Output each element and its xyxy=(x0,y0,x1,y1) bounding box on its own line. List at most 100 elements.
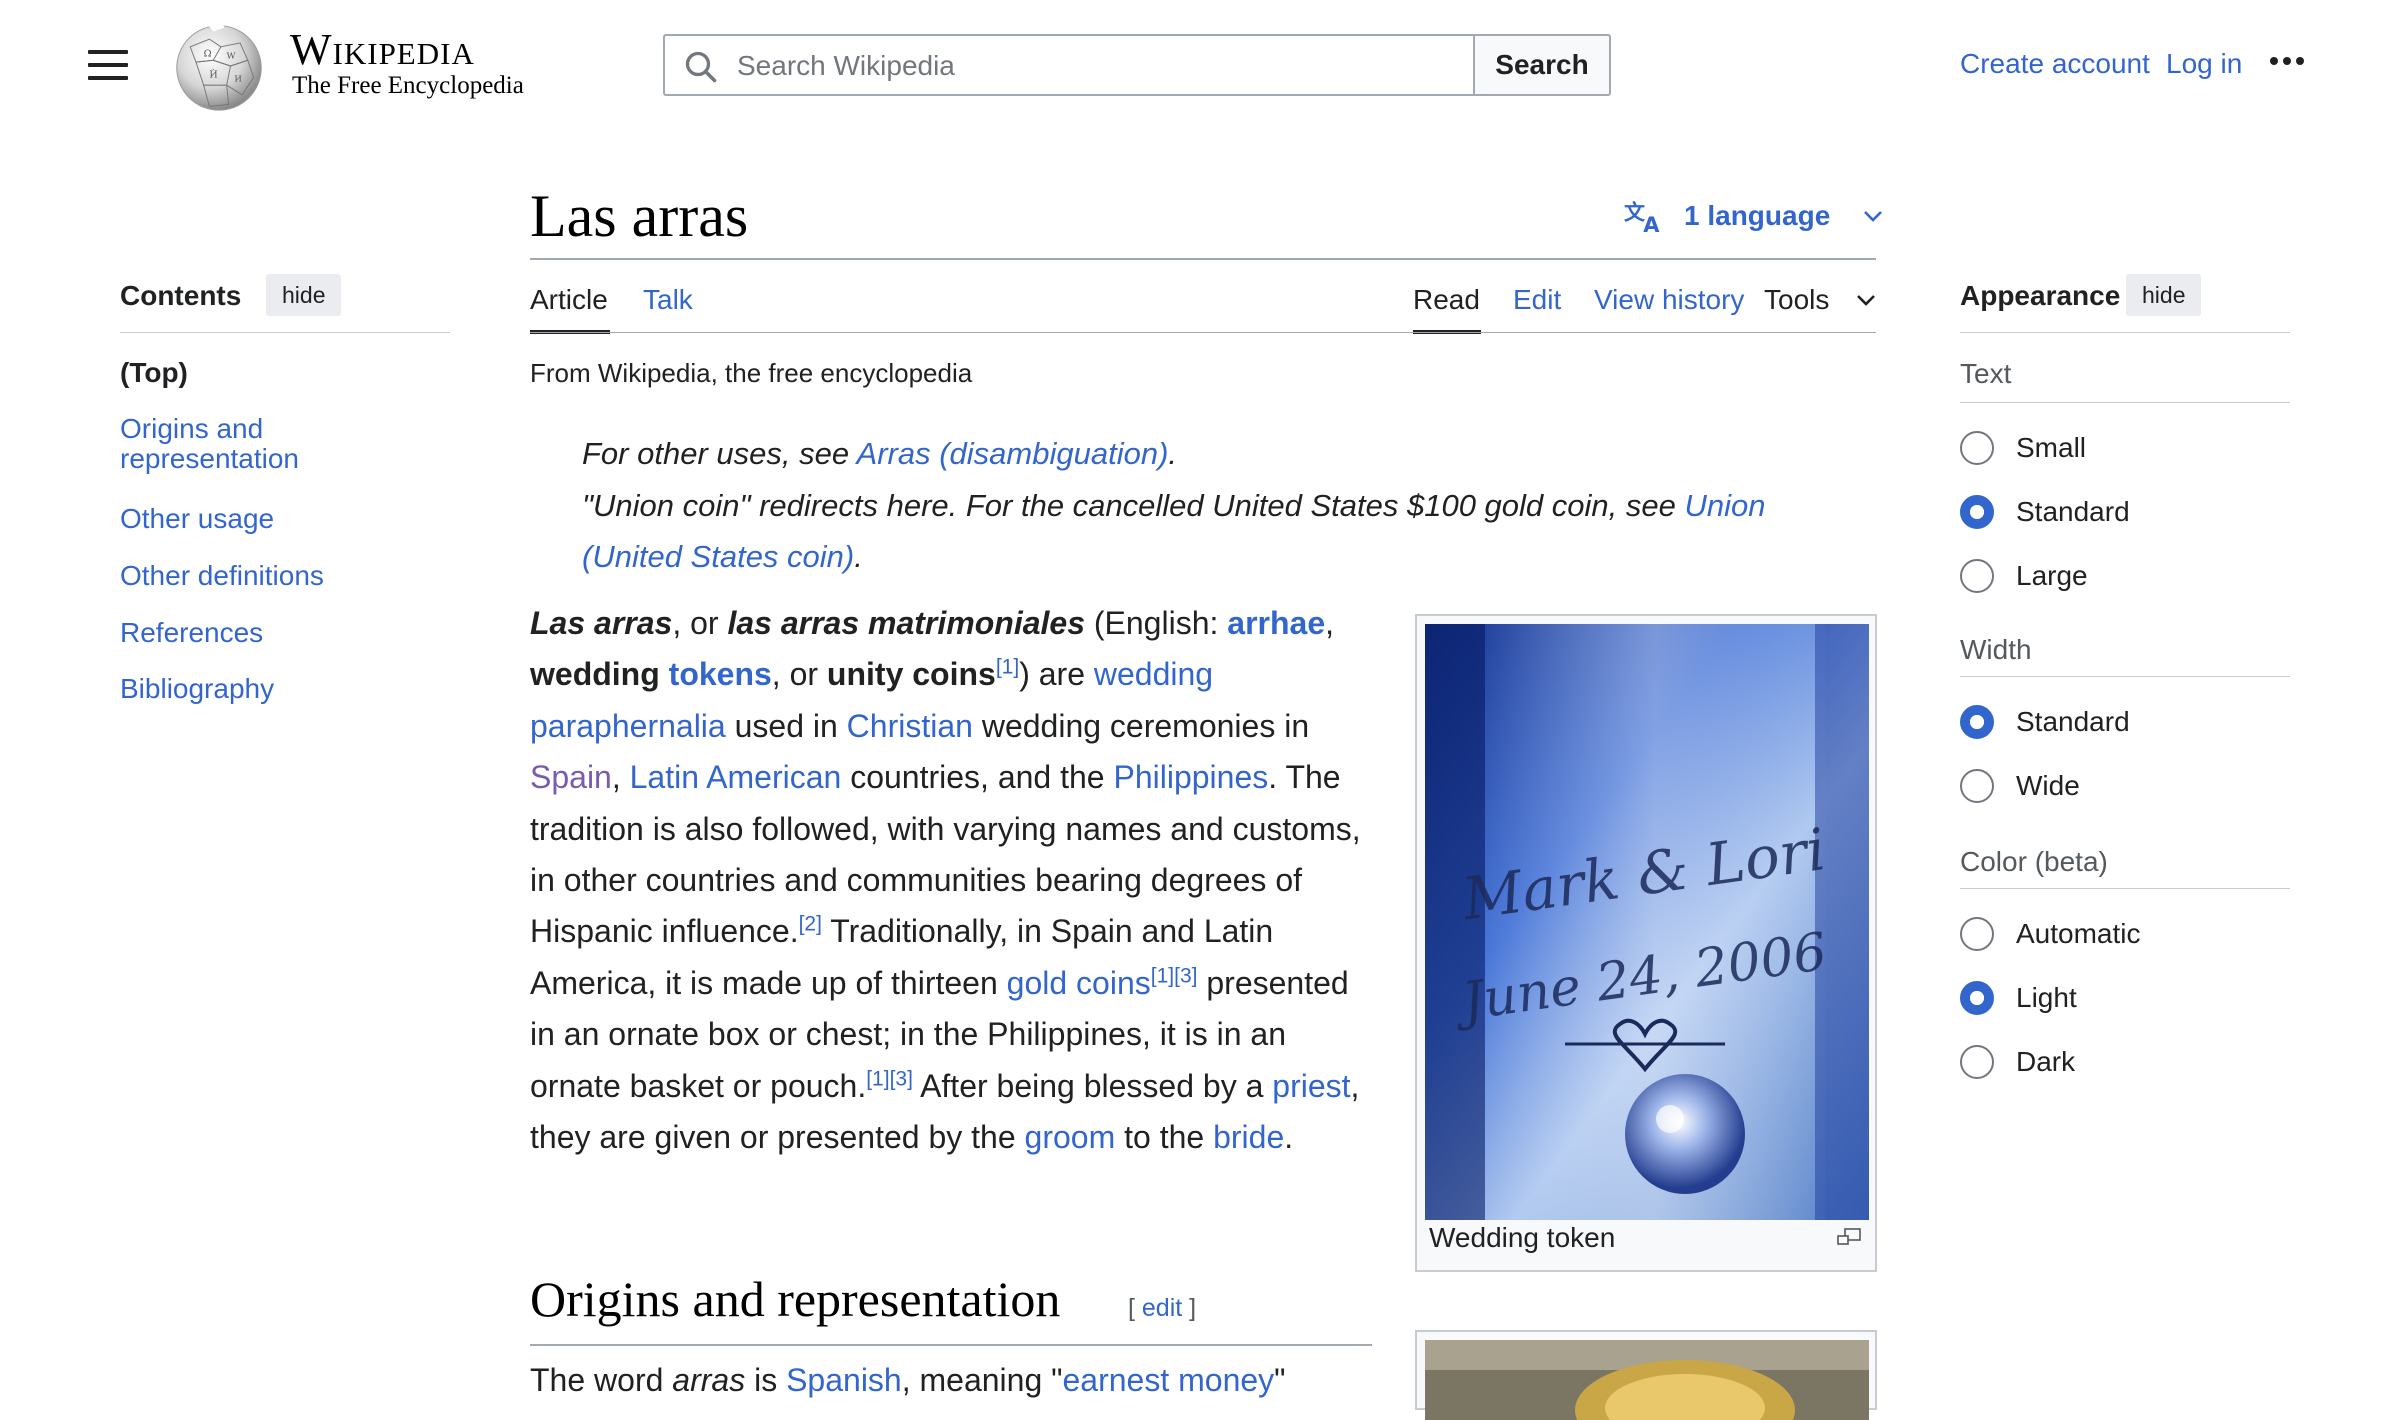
radio-circle-selected[interactable] xyxy=(1960,495,1994,529)
link-spain[interactable]: Spain xyxy=(530,759,612,795)
hatnote-union-coin: "Union coin" redirects here. For the can… xyxy=(582,488,1766,574)
section-heading-origins: Origins and representation xyxy=(530,1271,1061,1327)
toc-divider xyxy=(120,332,450,333)
radio-color-light[interactable]: Light xyxy=(1960,978,2077,1018)
radio-circle[interactable] xyxy=(1960,431,1994,465)
ellipsis-icon xyxy=(2270,57,2278,65)
radio-text-small[interactable]: Small xyxy=(1960,428,2086,468)
citation-3[interactable]: [3] xyxy=(890,1067,913,1090)
radio-circle-selected[interactable] xyxy=(1960,981,1994,1015)
svg-text:A: A xyxy=(1643,213,1660,234)
svg-text:Ѝ: Ѝ xyxy=(209,69,217,81)
link-earnest-money[interactable]: earnest money xyxy=(1063,1362,1275,1398)
origins-paragraph: The word arras is Spanish, meaning "earn… xyxy=(530,1362,1286,1398)
search-box[interactable] xyxy=(663,34,1473,96)
enlarge-icon[interactable] xyxy=(1837,1228,1861,1246)
language-label: 1 language xyxy=(1684,200,1831,231)
figure-wedding-token: Mark & Lori June 24, 2006 Wedding token xyxy=(1415,614,1877,1272)
radio-circle[interactable] xyxy=(1960,1045,1994,1079)
svg-text:Ω: Ω xyxy=(204,48,212,59)
citation-1[interactable]: [1] xyxy=(1151,964,1174,987)
tab-article[interactable]: Article xyxy=(530,284,608,316)
figure-caption: Wedding token xyxy=(1429,1222,1616,1253)
wordmark-text: Wikipedia xyxy=(290,25,475,74)
link-groom[interactable]: groom xyxy=(1025,1119,1116,1155)
tools-menu[interactable]: Tools xyxy=(1764,284,1877,316)
tab-view-history[interactable]: View history xyxy=(1594,284,1744,316)
intro-paragraph: Las arras, or las arras matrimoniales (E… xyxy=(530,605,1361,1156)
gold-coins-image[interactable] xyxy=(1425,1340,1869,1420)
tools-label: Tools xyxy=(1764,284,1830,315)
link-arrhae[interactable]: arrhae xyxy=(1227,605,1325,641)
link-philippines[interactable]: Philippines xyxy=(1113,759,1268,795)
site-subtitle: From Wikipedia, the free encyclopedia xyxy=(530,358,973,388)
citation-3[interactable]: [3] xyxy=(1174,964,1197,987)
link-spanish[interactable]: Spanish xyxy=(786,1362,902,1398)
radio-text-large[interactable]: Large xyxy=(1960,556,2088,596)
tabs-divider xyxy=(530,332,1876,333)
citation-2[interactable]: [2] xyxy=(799,913,822,936)
chevron-down-icon xyxy=(1857,295,1876,306)
figure-gold-coins xyxy=(1415,1330,1877,1420)
wedding-token-image[interactable]: Mark & Lori June 24, 2006 xyxy=(1425,624,1869,1220)
toc-item-top[interactable]: (Top) xyxy=(120,358,188,388)
text-size-label: Text xyxy=(1960,358,2012,389)
radio-color-automatic[interactable]: Automatic xyxy=(1960,914,2141,954)
section-divider xyxy=(530,1344,1372,1346)
citation-1[interactable]: [1] xyxy=(996,656,1019,679)
appearance-divider xyxy=(1960,332,2290,333)
svg-text:И: И xyxy=(234,74,242,84)
svg-text:W: W xyxy=(227,51,236,61)
link-christian[interactable]: Christian xyxy=(847,708,973,744)
title-divider xyxy=(530,258,1876,260)
link-gold-coins[interactable]: gold coins xyxy=(1007,965,1151,1001)
toc-item-origins[interactable]: Origins and representation xyxy=(120,414,350,474)
appearance-hide-button[interactable]: hide xyxy=(2126,274,2202,316)
toc-hide-button[interactable]: hide xyxy=(266,274,342,316)
hamburger-icon xyxy=(88,50,128,54)
search-button[interactable]: Search xyxy=(1473,34,1611,96)
link-latin-american[interactable]: Latin American xyxy=(630,759,842,795)
radio-width-standard[interactable]: Standard xyxy=(1960,702,2130,742)
citation-1[interactable]: [1] xyxy=(866,1067,889,1090)
hatnote-link-arras-disambiguation[interactable]: Arras (disambiguation) xyxy=(857,436,1169,471)
tab-edit[interactable]: Edit xyxy=(1513,284,1561,316)
search-input[interactable] xyxy=(735,36,1459,96)
radio-color-dark[interactable]: Dark xyxy=(1960,1042,2075,1082)
radio-circle-selected[interactable] xyxy=(1960,705,1994,739)
page-title: Las arras xyxy=(530,183,749,249)
wikipedia-wordmark[interactable]: Wikipedia xyxy=(290,24,475,75)
search-icon xyxy=(685,51,717,83)
section-edit: [ edit ] xyxy=(1128,1294,1197,1322)
radio-text-standard[interactable]: Standard xyxy=(1960,492,2130,532)
translate-icon: 文 A xyxy=(1624,201,1660,235)
toc-item-bibliography[interactable]: Bibliography xyxy=(120,674,274,704)
link-bride[interactable]: bride xyxy=(1213,1119,1284,1155)
radio-circle[interactable] xyxy=(1960,559,1994,593)
radio-circle[interactable] xyxy=(1960,917,1994,951)
tab-talk[interactable]: Talk xyxy=(643,284,693,316)
link-priest[interactable]: priest xyxy=(1272,1068,1350,1104)
color-divider xyxy=(1960,888,2290,889)
color-label: Color (beta) xyxy=(1960,846,2108,877)
toc-title: Contents xyxy=(120,280,242,311)
wikipedia-globe-logo[interactable]: Ω W Ѝ И xyxy=(168,18,270,114)
create-account-link[interactable]: Create account xyxy=(1960,48,2150,80)
radio-width-wide[interactable]: Wide xyxy=(1960,766,2080,806)
tab-read[interactable]: Read xyxy=(1413,284,1480,316)
text-size-divider xyxy=(1960,402,2290,403)
section-edit-link[interactable]: edit xyxy=(1142,1294,1182,1322)
radio-circle[interactable] xyxy=(1960,769,1994,803)
toc-item-other-usage[interactable]: Other usage xyxy=(120,504,274,534)
link-tokens[interactable]: tokens xyxy=(669,656,772,692)
toc-item-other-definitions[interactable]: Other definitions xyxy=(120,561,324,591)
language-button[interactable]: 文 A 1 language xyxy=(1624,198,1884,234)
chevron-down-icon xyxy=(1864,211,1883,222)
more-options-button[interactable] xyxy=(2270,52,2316,72)
appearance-title: Appearance xyxy=(1960,280,2121,311)
hatnote-disambiguation: For other uses, see Arras (disambiguatio… xyxy=(582,436,1178,471)
main-menu-button[interactable] xyxy=(88,50,128,84)
log-in-link[interactable]: Log in xyxy=(2166,48,2242,80)
width-divider xyxy=(1960,676,2290,677)
toc-item-references[interactable]: References xyxy=(120,618,263,648)
